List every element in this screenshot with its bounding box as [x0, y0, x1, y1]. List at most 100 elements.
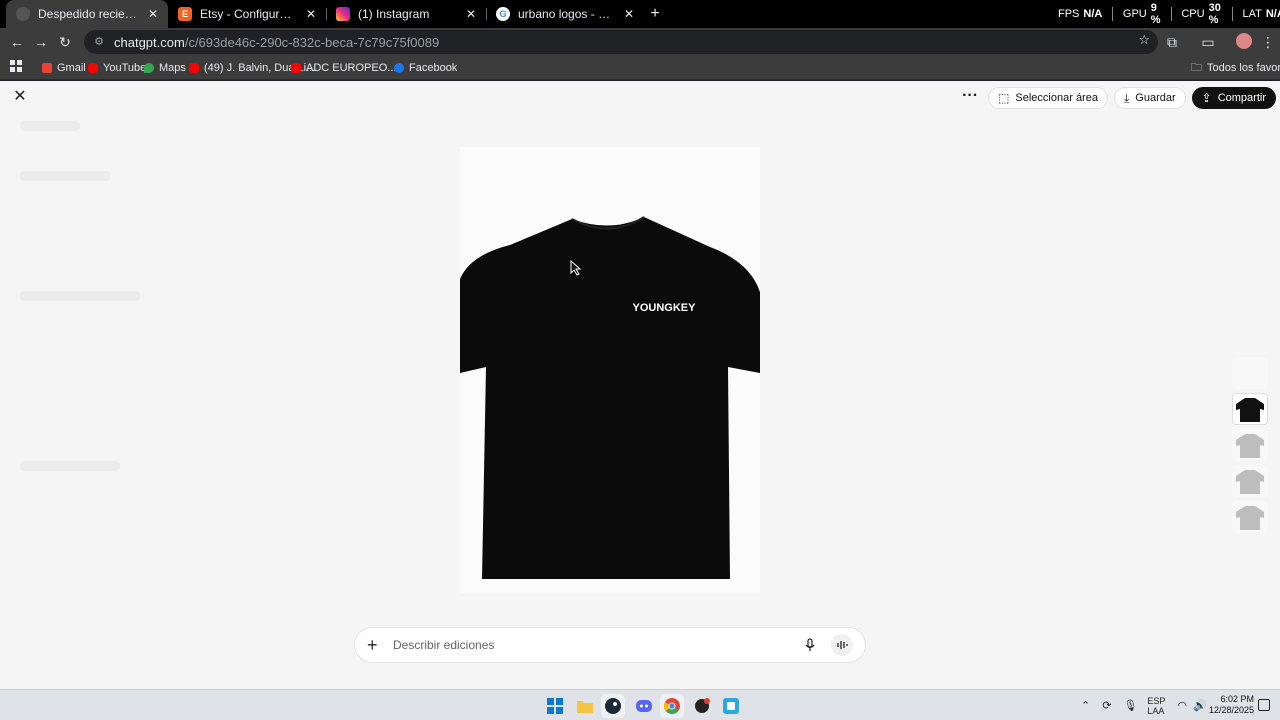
- tab-label: Etsy - Configuración de la cuen: [200, 7, 298, 21]
- background-blur: [20, 171, 110, 181]
- browser-toolbar: ← → ↻ ⚙ chatgpt.com /c/693de46c-290c-832…: [0, 28, 1280, 56]
- bookmark-label: Facebook: [409, 62, 458, 74]
- bookmark-label: Maps: [159, 62, 186, 74]
- site-info-icon[interactable]: ⚙: [92, 35, 106, 49]
- google-icon: G: [496, 7, 510, 21]
- extensions-icon[interactable]: ⧉: [1162, 32, 1182, 52]
- maps-icon: [144, 63, 154, 73]
- system-tray: ⌃ ⟳ 🎙 ESP LAA ◠ 🔊: [1081, 690, 1207, 720]
- version-thumbnail[interactable]: [1232, 429, 1268, 461]
- close-tab-icon[interactable]: ✕: [624, 7, 634, 21]
- image-versions-rail: [1232, 357, 1268, 537]
- tab-instagram[interactable]: (1) Instagram ✕: [326, 0, 486, 28]
- url-host: chatgpt.com: [114, 34, 185, 50]
- edit-composer: + Describir ediciones: [354, 627, 866, 663]
- save-button[interactable]: ⤓ Guardar: [1113, 87, 1186, 109]
- back-icon[interactable]: ←: [7, 32, 27, 52]
- wifi-icon[interactable]: ◠: [1177, 699, 1187, 712]
- lang-line2: LAA: [1147, 705, 1165, 716]
- generated-image[interactable]: YOUNGKEY: [460, 147, 760, 593]
- version-thumbnail[interactable]: [1232, 465, 1268, 497]
- folder-icon: 🗀: [1191, 61, 1202, 74]
- tab-strip: Despedido recientemente ✕ E Etsy - Confi…: [0, 0, 1280, 28]
- lat-value: N/A: [1265, 8, 1280, 20]
- microphone-tray-icon[interactable]: 🎙: [1123, 699, 1137, 712]
- apps-grid-icon[interactable]: [10, 60, 22, 72]
- sync-icon[interactable]: ⟳: [1102, 699, 1111, 712]
- describe-edits-input[interactable]: Describir ediciones: [393, 638, 803, 652]
- tshirt-thumbnail: [1236, 506, 1264, 530]
- gpu-label: GPU: [1122, 8, 1147, 20]
- mouse-cursor-icon: [570, 260, 582, 276]
- voice-mode-button[interactable]: [831, 634, 853, 656]
- select-area-label: Seleccionar área: [1015, 92, 1098, 104]
- bookmark-label: Todos los favoritos: [1207, 62, 1280, 74]
- instagram-icon: [336, 7, 350, 21]
- chrome-icon[interactable]: [660, 694, 684, 718]
- download-icon: ⤓: [1123, 90, 1130, 105]
- app-icon[interactable]: [719, 694, 743, 718]
- cpu-value: 30 %: [1208, 2, 1221, 26]
- address-bar[interactable]: ⚙ chatgpt.com /c/693de46c-290c-832c-beca…: [84, 30, 1158, 54]
- save-label: Guardar: [1135, 92, 1176, 104]
- file-explorer-icon[interactable]: [573, 694, 597, 718]
- close-tab-icon[interactable]: ✕: [466, 7, 476, 21]
- bookmark-maps[interactable]: Maps: [144, 59, 186, 77]
- etsy-icon: E: [178, 7, 192, 21]
- tab-label: (1) Instagram: [358, 7, 430, 21]
- bookmark-star-icon[interactable]: ☆: [1138, 32, 1150, 48]
- language-indicator[interactable]: ESP LAA: [1147, 696, 1165, 716]
- tab-chatgpt[interactable]: Despedido recientemente ✕: [6, 0, 168, 28]
- version-thumbnail-selected[interactable]: [1232, 393, 1268, 425]
- close-icon[interactable]: ✕: [12, 89, 28, 105]
- app-icon[interactable]: [690, 694, 714, 718]
- tab-search-icon[interactable]: ▭: [1198, 32, 1218, 52]
- divider: [1112, 7, 1113, 21]
- close-tab-icon[interactable]: ✕: [306, 7, 316, 21]
- bookmark-label: Gmail: [57, 62, 86, 74]
- new-tab-button[interactable]: +: [646, 4, 664, 24]
- volume-icon[interactable]: 🔊: [1193, 699, 1207, 712]
- select-area-button[interactable]: ⬚ Seleccionar área: [988, 87, 1108, 109]
- clock-time: 6:02 PM: [1220, 694, 1254, 704]
- tshirt-thumbnail: [1236, 434, 1264, 458]
- add-attachment-icon[interactable]: +: [367, 636, 381, 654]
- menu-icon[interactable]: ⋮: [1258, 32, 1278, 52]
- bookmark-adc-europeo[interactable]: ADC EUROPEO...: [291, 59, 396, 77]
- tab-etsy[interactable]: E Etsy - Configuración de la cuen ✕: [168, 0, 326, 28]
- facebook-icon: [394, 63, 404, 73]
- share-button[interactable]: ⇪ Compartir: [1191, 87, 1276, 109]
- windows-start-icon[interactable]: [543, 694, 567, 718]
- all-bookmarks[interactable]: 🗀 Todos los favoritos: [1191, 59, 1280, 77]
- bookmark-facebook[interactable]: Facebook: [394, 59, 457, 77]
- divider: [1231, 7, 1233, 21]
- profile-avatar[interactable]: [1236, 33, 1252, 49]
- close-tab-icon[interactable]: ✕: [148, 7, 158, 21]
- youtube-icon: [291, 63, 301, 73]
- youtube-icon: [189, 63, 199, 73]
- version-thumbnail[interactable]: [1232, 357, 1268, 389]
- fps-value: N/A: [1083, 8, 1103, 20]
- chevron-up-icon[interactable]: ⌃: [1081, 699, 1090, 712]
- chatgpt-icon: [16, 7, 30, 21]
- steam-icon[interactable]: [601, 694, 625, 718]
- clock[interactable]: 6:02 PM 12/28/2025: [1209, 694, 1254, 716]
- bookmark-gmail[interactable]: Gmail: [42, 59, 86, 77]
- editor-actions: ··· ⬚ Seleccionar área ⤓ Guardar ⇪ Compa…: [958, 87, 1276, 109]
- tab-google[interactable]: G urbano logos - Buscar con Goo ✕: [486, 0, 644, 28]
- forward-icon[interactable]: →: [31, 32, 51, 52]
- select-area-icon: ⬚: [998, 91, 1010, 105]
- windows-taskbar: ⌃ ⟳ 🎙 ESP LAA ◠ 🔊 6:02 PM 12/28/2025: [0, 689, 1280, 720]
- tshirt-thumbnail: [1236, 398, 1264, 422]
- url-path: /c/693de46c-290c-832c-beca-7c79c75f0089: [184, 34, 440, 50]
- image-editor: ✕ ··· ⬚ Seleccionar área ⤓ Guardar ⇪ Com…: [0, 81, 1280, 689]
- discord-icon[interactable]: [632, 694, 656, 718]
- bookmark-youtube[interactable]: YouTube: [88, 59, 146, 77]
- reload-icon[interactable]: ↻: [55, 32, 75, 52]
- version-thumbnail[interactable]: [1232, 501, 1268, 533]
- microphone-icon[interactable]: [803, 638, 817, 652]
- more-options-icon[interactable]: ···: [958, 87, 982, 109]
- tshirt-thumbnail: [1236, 470, 1264, 494]
- notifications-icon[interactable]: [1258, 699, 1270, 711]
- bookmark-label: ADC EUROPEO...: [306, 62, 397, 74]
